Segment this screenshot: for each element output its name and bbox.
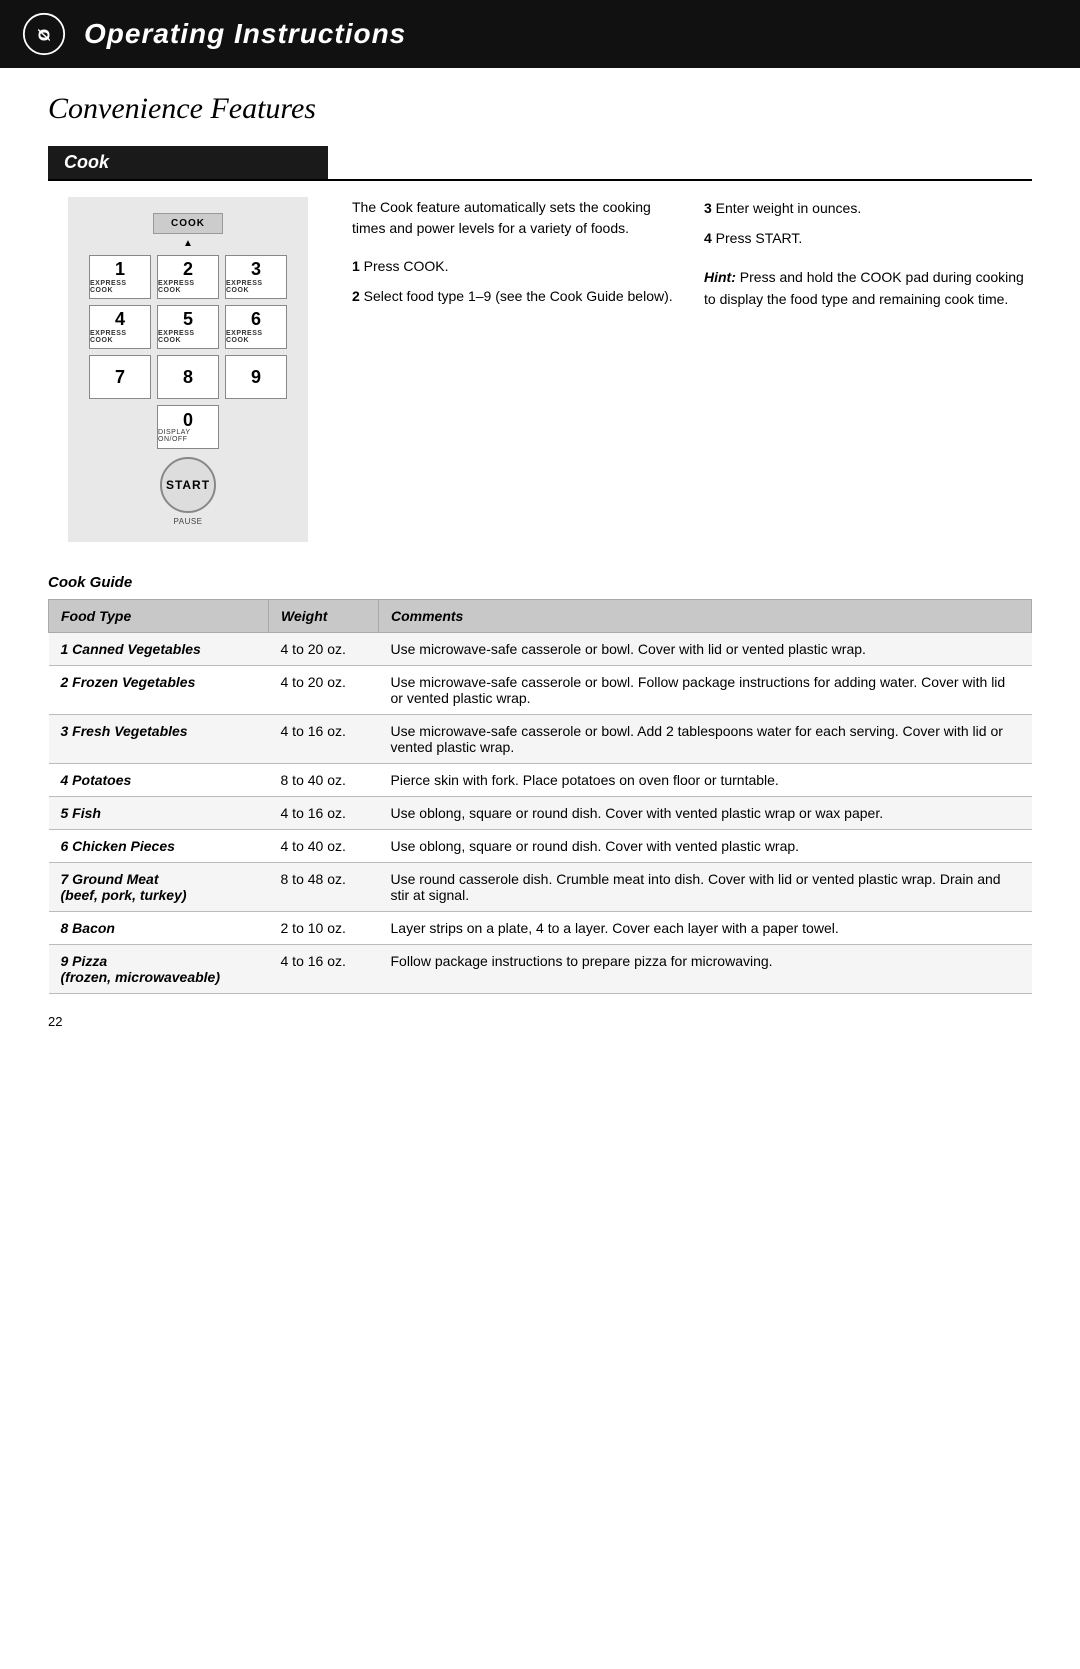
comments-cell: Use round casserole dish. Crumble meat i…: [379, 863, 1032, 912]
section-title: Convenience Features: [48, 92, 1032, 126]
food-type-cell: 7 Ground Meat(beef, pork, turkey): [49, 863, 269, 912]
hint-content: Press and hold the COOK pad during cooki…: [704, 269, 1024, 307]
weight-cell: 4 to 20 oz.: [269, 666, 379, 715]
keypad-row-1: 1 EXPRESS COOK 2 EXPRESS COOK 3 EXPRESS …: [84, 255, 292, 299]
step-2: 2 Select food type 1–9 (see the Cook Gui…: [352, 285, 680, 307]
weight-cell: 4 to 40 oz.: [269, 830, 379, 863]
comments-cell: Pierce skin with fork. Place potatoes on…: [379, 764, 1032, 797]
table-row: 2 Frozen Vegetables4 to 20 oz.Use microw…: [49, 666, 1032, 715]
table-row: 4 Potatoes8 to 40 oz.Pierce skin with fo…: [49, 764, 1032, 797]
food-type-cell: 9 Pizza(frozen, microwaveable): [49, 945, 269, 994]
key-1: 1 EXPRESS COOK: [89, 255, 151, 299]
comments-cell: Layer strips on a plate, 4 to a layer. C…: [379, 912, 1032, 945]
food-type-cell: 8 Bacon: [49, 912, 269, 945]
page-header-title: Operating Instructions: [84, 18, 406, 50]
keypad-arrow: ▲: [84, 238, 292, 249]
cook-description-column: The Cook feature automatically sets the …: [352, 197, 680, 542]
key-9: 9: [225, 355, 287, 399]
pause-label: PAUSE: [84, 517, 292, 526]
weight-cell: 2 to 10 oz.: [269, 912, 379, 945]
table-row: 1 Canned Vegetables4 to 20 oz.Use microw…: [49, 633, 1032, 666]
cook-button: COOK: [153, 213, 223, 234]
key-3: 3 EXPRESS COOK: [225, 255, 287, 299]
col-comments: Comments: [379, 600, 1032, 633]
weight-cell: 8 to 48 oz.: [269, 863, 379, 912]
keypad-row-2: 4 EXPRESS COOK 5 EXPRESS COOK 6 EXPRESS …: [84, 305, 292, 349]
keypad-row-zero: 0 DISPLAY ON/OFF: [84, 405, 292, 449]
table-row: 8 Bacon2 to 10 oz.Layer strips on a plat…: [49, 912, 1032, 945]
cook-steps-right-column: 3 Enter weight in ounces. 4 Press START.…: [704, 197, 1032, 542]
key-2: 2 EXPRESS COOK: [157, 255, 219, 299]
brand-logo: ᴓ: [20, 10, 68, 58]
col-food-type: Food Type: [49, 600, 269, 633]
table-header-row: Food Type Weight Comments: [49, 600, 1032, 633]
food-type-cell: 2 Frozen Vegetables: [49, 666, 269, 715]
start-button: START: [160, 457, 216, 513]
food-type-cell: 1 Canned Vegetables: [49, 633, 269, 666]
key-6: 6 EXPRESS COOK: [225, 305, 287, 349]
comments-cell: Use microwave-safe casserole or bowl. Ad…: [379, 715, 1032, 764]
comments-cell: Follow package instructions to prepare p…: [379, 945, 1032, 994]
cook-button-label: COOK: [171, 218, 205, 229]
food-type-cell: 6 Chicken Pieces: [49, 830, 269, 863]
table-row: 3 Fresh Vegetables4 to 16 oz.Use microwa…: [49, 715, 1032, 764]
step-3: 3 Enter weight in ounces.: [704, 197, 1032, 219]
svg-text:ᴓ: ᴓ: [38, 23, 51, 45]
page-header: ᴓ Operating Instructions: [0, 0, 1080, 68]
food-type-cell: 4 Potatoes: [49, 764, 269, 797]
comments-cell: Use oblong, square or round dish. Cover …: [379, 797, 1032, 830]
cook-description: The Cook feature automatically sets the …: [352, 197, 680, 239]
col-weight: Weight: [269, 600, 379, 633]
weight-cell: 4 to 16 oz.: [269, 797, 379, 830]
keypad-row-3: 7 8 9: [84, 355, 292, 399]
cook-steps-right: 3 Enter weight in ounces. 4 Press START.…: [704, 197, 1032, 311]
hint-label: Hint:: [704, 269, 736, 285]
cook-guide-title: Cook Guide: [48, 574, 1032, 591]
page-number: 22: [48, 1014, 1032, 1029]
step-1: 1 Press COOK.: [352, 255, 680, 277]
weight-cell: 8 to 40 oz.: [269, 764, 379, 797]
food-type-cell: 5 Fish: [49, 797, 269, 830]
key-7: 7: [89, 355, 151, 399]
key-5: 5 EXPRESS COOK: [157, 305, 219, 349]
weight-cell: 4 to 16 oz.: [269, 715, 379, 764]
key-4: 4 EXPRESS COOK: [89, 305, 151, 349]
table-row: 6 Chicken Pieces4 to 40 oz.Use oblong, s…: [49, 830, 1032, 863]
food-type-cell: 3 Fresh Vegetables: [49, 715, 269, 764]
step-4: 4 Press START.: [704, 227, 1032, 249]
page-content: Convenience Features Cook COOK ▲ 1 EXPRE…: [0, 68, 1080, 1069]
cook-guide-table: Food Type Weight Comments 1 Canned Veget…: [48, 599, 1032, 994]
comments-cell: Use microwave-safe casserole or bowl. Fo…: [379, 666, 1032, 715]
cook-section-header: Cook: [48, 146, 328, 179]
comments-cell: Use microwave-safe casserole or bowl. Co…: [379, 633, 1032, 666]
key-0: 0 DISPLAY ON/OFF: [157, 405, 219, 449]
keypad-diagram-container: COOK ▲ 1 EXPRESS COOK 2 EXPRESS COOK 3: [48, 197, 328, 542]
weight-cell: 4 to 16 oz.: [269, 945, 379, 994]
table-row: 9 Pizza(frozen, microwaveable)4 to 16 oz…: [49, 945, 1032, 994]
comments-cell: Use oblong, square or round dish. Cover …: [379, 830, 1032, 863]
table-row: 5 Fish4 to 16 oz.Use oblong, square or r…: [49, 797, 1032, 830]
hint-text: Hint: Press and hold the COOK pad during…: [704, 266, 1032, 311]
weight-cell: 4 to 20 oz.: [269, 633, 379, 666]
cook-section: COOK ▲ 1 EXPRESS COOK 2 EXPRESS COOK 3: [48, 179, 1032, 542]
table-row: 7 Ground Meat(beef, pork, turkey)8 to 48…: [49, 863, 1032, 912]
cook-steps: 1 Press COOK. 2 Select food type 1–9 (se…: [352, 255, 680, 308]
start-button-label: START: [166, 478, 210, 492]
key-8: 8: [157, 355, 219, 399]
keypad-diagram: COOK ▲ 1 EXPRESS COOK 2 EXPRESS COOK 3: [68, 197, 308, 542]
